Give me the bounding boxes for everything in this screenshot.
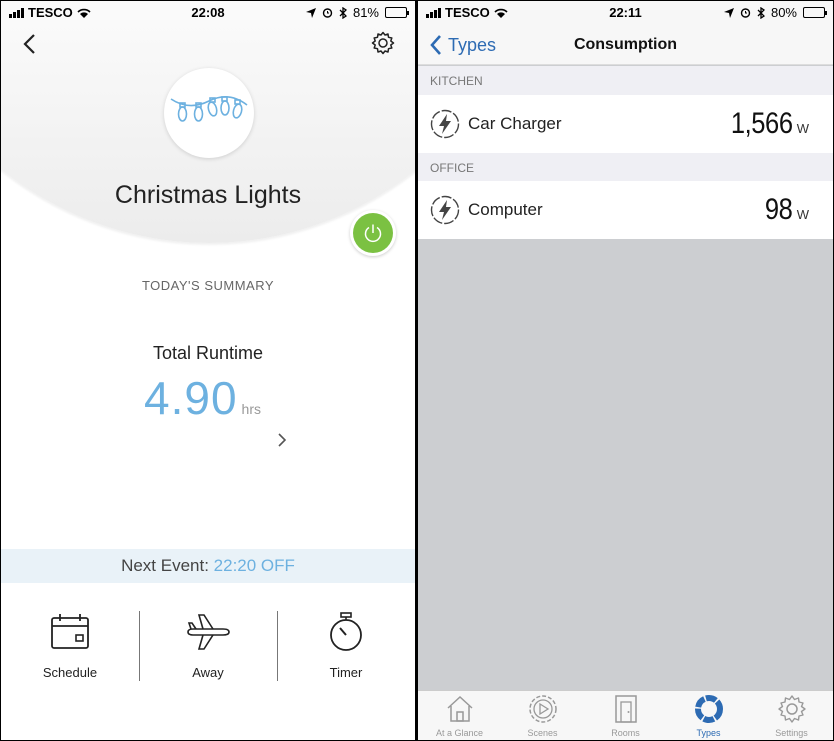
back-label: Types [448, 34, 497, 55]
consumption-screen: TESCO 22:11 80% Consumption Types KITCHE… [418, 0, 834, 741]
runtime-label: Total Runtime [152, 343, 264, 363]
types-icon [694, 695, 723, 723]
status-bar: TESCO 22:08 81% [1, 1, 415, 23]
back-button[interactable] [21, 33, 41, 55]
battery-icon [385, 7, 409, 18]
battery-percent: 81% [352, 5, 379, 20]
summary-heading: TODAY'S SUMMARY [141, 278, 275, 293]
bluetooth-icon [339, 6, 347, 19]
alarm-icon [740, 8, 751, 18]
device-detail-screen: TESCO 22:08 81% Christmas Lights TODAY'S… [0, 0, 416, 741]
gear-icon [777, 695, 806, 723]
back-button[interactable]: Types [430, 34, 496, 56]
status-bar: TESCO 22:11 80% [418, 1, 833, 23]
tab-label: Scenes [527, 728, 558, 738]
schedule-label: Schedule [42, 665, 98, 680]
section-header-kitchen: KITCHEN [418, 66, 833, 95]
tab-settings[interactable]: Settings [750, 691, 833, 740]
device-image [164, 68, 254, 158]
tab-label: Types [696, 728, 721, 738]
navigation-bar: TESCO 22:11 80% Consumption Types [418, 1, 833, 65]
item-name: Computer [468, 200, 543, 219]
runtime-unit: hrs [241, 401, 261, 417]
scenes-icon [528, 695, 557, 723]
list-item[interactable]: Computer 98 W [418, 181, 833, 239]
tab-label: Rooms [611, 728, 640, 738]
tab-types[interactable]: Types [667, 691, 750, 740]
lightning-bolt-icon [430, 195, 460, 225]
away-label: Away [192, 665, 224, 680]
next-event-bar: Next Event: 22:20 OFF [1, 549, 415, 583]
tab-at-a-glance[interactable]: At a Glance [418, 691, 501, 740]
away-button[interactable]: Away [139, 601, 277, 691]
next-event-label: Next Event: [121, 556, 209, 575]
tab-bar: At a Glance Scenes Rooms Types Settings [418, 690, 833, 740]
door-icon [614, 695, 637, 723]
timer-button[interactable]: Timer [277, 601, 415, 691]
house-icon [446, 695, 473, 722]
calendar-icon [51, 614, 89, 649]
action-bar: Schedule Away Timer [1, 601, 415, 691]
battery-percent: 80% [770, 5, 797, 20]
runtime-readout: 4.90 hrs [144, 371, 261, 425]
list-item[interactable]: Car Charger 1,566 W [418, 95, 833, 153]
tab-scenes[interactable]: Scenes [501, 691, 584, 740]
string-lights-icon [170, 96, 248, 122]
device-name: Christmas Lights [114, 181, 302, 209]
schedule-button[interactable]: Schedule [1, 601, 139, 691]
item-value: 98 [765, 193, 793, 226]
tab-label: Settings [775, 728, 808, 738]
next-event-value: 22:20 OFF [213, 556, 295, 575]
timer-label: Timer [329, 665, 363, 680]
battery-icon [803, 7, 827, 18]
item-name: Car Charger [468, 114, 562, 133]
runtime-value: 4.90 [144, 372, 238, 424]
power-icon [364, 224, 382, 243]
section-header-office: OFFICE [418, 153, 833, 182]
chevron-right-icon[interactable] [276, 432, 288, 448]
item-value: 1,566 [731, 107, 793, 140]
lightning-bolt-icon [430, 109, 460, 139]
item-unit: W [796, 207, 809, 222]
power-toggle-button[interactable] [350, 210, 396, 256]
tab-rooms[interactable]: Rooms [584, 691, 667, 740]
chevron-left-icon [430, 35, 441, 55]
location-icon [723, 7, 734, 18]
settings-gear-icon[interactable] [371, 31, 395, 55]
alarm-icon [322, 8, 333, 18]
tab-label: At a Glance [435, 728, 484, 738]
airplane-icon [187, 614, 230, 650]
stopwatch-icon [330, 612, 362, 651]
item-unit: W [796, 121, 809, 136]
bluetooth-icon [757, 6, 765, 19]
location-icon [305, 7, 316, 18]
